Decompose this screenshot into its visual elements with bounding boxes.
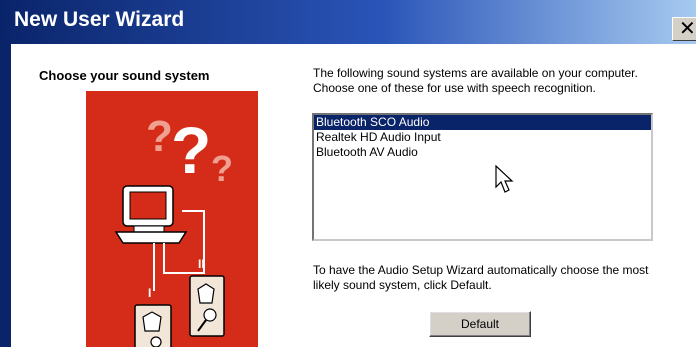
label-two: II bbox=[198, 257, 205, 271]
default-button-label: Default bbox=[460, 317, 500, 331]
default-note-text: To have the Audio Setup Wizard automatic… bbox=[313, 263, 649, 292]
question-mark-left: ? bbox=[146, 112, 173, 161]
list-item-realtek-hd[interactable]: Realtek HD Audio Input bbox=[314, 130, 651, 145]
title-bar[interactable]: New User Wizard bbox=[0, 0, 696, 44]
computer-icon bbox=[114, 185, 188, 244]
wizard-window: New User Wizard ✕ Choose your sound syst… bbox=[0, 0, 696, 347]
list-item-bluetooth-sco[interactable]: Bluetooth SCO Audio bbox=[314, 115, 651, 130]
audio-device-left-icon bbox=[134, 304, 172, 347]
intro-text: The following sound systems are availabl… bbox=[313, 66, 638, 95]
audio-device-right-icon bbox=[189, 275, 225, 337]
window-title: New User Wizard bbox=[14, 8, 185, 31]
question-mark-right: ? bbox=[211, 148, 233, 189]
page-heading: Choose your sound system bbox=[39, 68, 210, 83]
window-left-border bbox=[0, 44, 11, 347]
close-button[interactable]: ✕ bbox=[672, 17, 696, 41]
close-icon: ✕ bbox=[679, 18, 696, 40]
computer-microphones-illustration-icon: ? ? ? I II bbox=[114, 112, 233, 347]
label-one: I bbox=[148, 286, 151, 300]
mouse-pointer-icon bbox=[495, 165, 514, 193]
default-button[interactable]: Default bbox=[429, 311, 531, 337]
question-mark-center: ? bbox=[171, 113, 211, 187]
wizard-page: Choose your sound system ? ? ? I II The … bbox=[11, 44, 696, 347]
list-item-bluetooth-av[interactable]: Bluetooth AV Audio bbox=[314, 145, 651, 160]
sound-system-listbox[interactable]: Bluetooth SCO Audio Realtek HD Audio Inp… bbox=[312, 113, 653, 241]
sound-system-illustration: ? ? ? I II bbox=[86, 91, 258, 347]
